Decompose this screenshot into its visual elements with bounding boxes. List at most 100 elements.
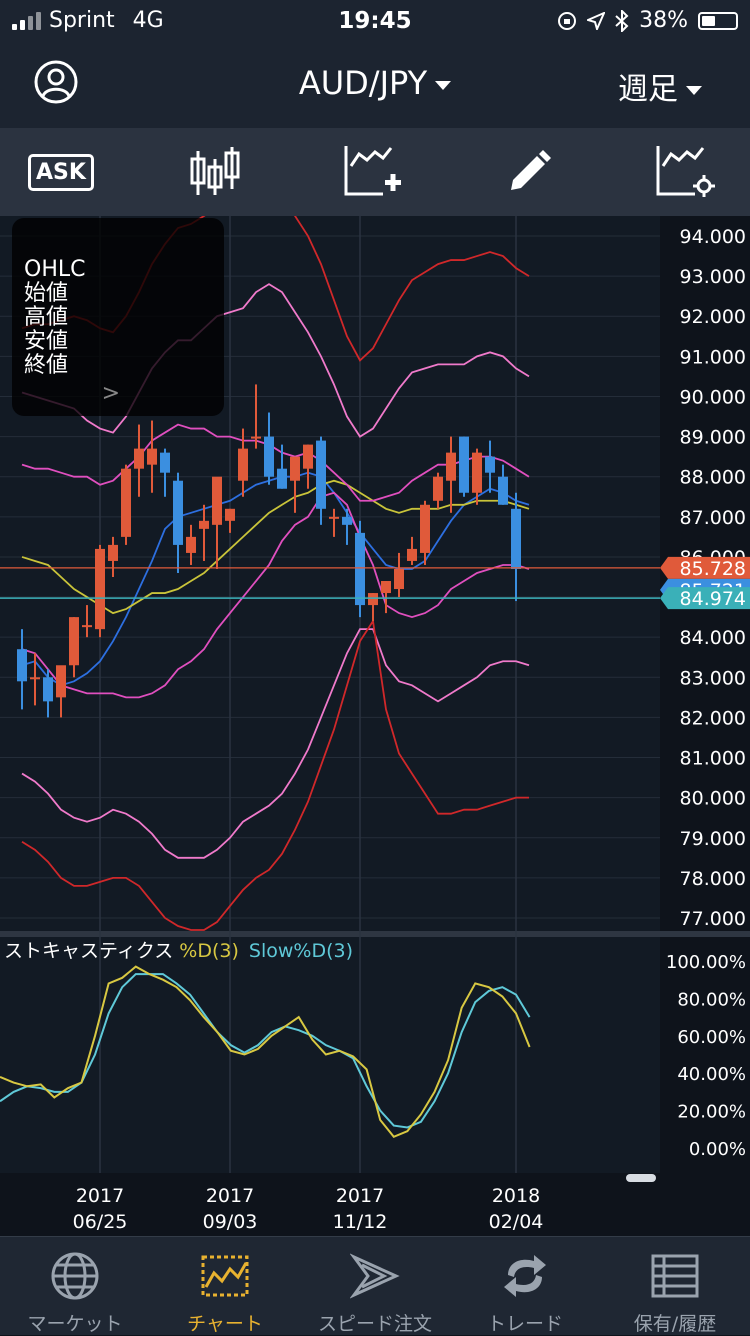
chart-toolbar: ASK [0, 128, 750, 216]
price-tick-label: 87.000 [680, 507, 746, 529]
price-tick-label: 77.000 [680, 908, 746, 930]
chart-settings-icon [656, 146, 715, 197]
candle-body [498, 476, 508, 505]
bluetooth-icon [615, 9, 629, 32]
tab-positions-history[interactable]: 保有/履歴 [600, 1237, 750, 1335]
candle-body [147, 448, 157, 465]
status-bar: Sprint 4G 19:45 38% [0, 0, 750, 40]
location-icon [587, 11, 606, 30]
time-tick-date: 06/25 [73, 1211, 128, 1233]
candle-body [160, 452, 170, 473]
scroll-handle[interactable] [626, 1174, 656, 1182]
candle-body [355, 532, 365, 606]
candle-body [56, 665, 66, 698]
globe-icon [51, 1252, 99, 1300]
price-tick-label: 92.000 [680, 306, 746, 328]
candle-body [173, 480, 183, 545]
indicator-settings-button[interactable] [650, 138, 720, 206]
tab-market[interactable]: マーケット [0, 1237, 150, 1335]
candle-body [199, 520, 209, 529]
stoch-tick-label: 0.00% [689, 1139, 746, 1160]
stoch-tick-label: 20.00% [677, 1102, 746, 1123]
price-tick-label: 79.000 [680, 828, 746, 850]
period-label: 週足 [618, 72, 678, 107]
price-tick-label: 82.000 [680, 707, 746, 729]
chevron-right-icon[interactable]: > [102, 382, 120, 406]
tab-market-label: マーケット [27, 1313, 123, 1335]
price-tick-label: 83.000 [680, 667, 746, 689]
candle-body [186, 536, 196, 553]
tab-trade[interactable]: トレード [450, 1237, 600, 1335]
candle-body [407, 548, 417, 561]
time-tick-year: 2017 [206, 1185, 254, 1207]
price-tick-label: 84.000 [680, 627, 746, 649]
candle-body [121, 468, 131, 537]
candle-body [368, 593, 378, 606]
tab-chart[interactable]: チャート [150, 1237, 300, 1335]
price-tick-label: 93.000 [680, 266, 746, 288]
ohlc-low-label: 安値 [24, 329, 69, 354]
add-indicator-button[interactable] [338, 138, 408, 206]
candle-body [459, 436, 469, 493]
indicator-name: ストキャスティクス [4, 940, 173, 962]
candle-body [95, 548, 105, 630]
chart-area[interactable]: 94.000 93.000 92.000 91.000 90.000 89.000 88.0… [0, 186, 750, 1236]
draw-button[interactable] [494, 138, 564, 206]
price-tick-label: 80.000 [680, 788, 746, 810]
candle-body [290, 456, 300, 481]
chevron-down-icon [686, 86, 702, 95]
candle-body [485, 456, 495, 473]
speed-order-icon [350, 1253, 400, 1299]
price-tick-label: 94.000 [680, 226, 746, 248]
price-tick-label: 78.000 [680, 868, 746, 890]
candle-body [446, 452, 456, 481]
stoch-tick-label: 100.00% [666, 952, 746, 973]
header: AUD/JPY 週足 [0, 40, 750, 128]
tab-speed-order[interactable]: スピード注文 [300, 1237, 450, 1335]
candle-body [329, 516, 339, 519]
candle-body [394, 568, 404, 590]
candle-body [342, 516, 352, 525]
candle-body [134, 448, 144, 469]
period-selector[interactable]: 週足 [618, 64, 702, 108]
candle-body [43, 677, 53, 702]
stoch-tick-label: 40.00% [677, 1064, 746, 1085]
candle-body [420, 504, 430, 553]
candle-body [316, 440, 326, 509]
ohlc-title: OHLC [24, 257, 86, 282]
stoch-tick-label: 80.00% [677, 989, 746, 1010]
candle-body [69, 617, 79, 666]
candle-body [381, 581, 391, 594]
tab-positions-history-label: 保有/履歴 [633, 1313, 717, 1335]
ohlc-panel[interactable]: OHLC 始値 高値 安値 終値 > [12, 218, 224, 416]
candle-body [238, 448, 248, 481]
time-tick-date: 11/12 [333, 1211, 388, 1233]
ohlc-close-label: 終値 [24, 353, 69, 378]
time-tick-date: 09/03 [203, 1211, 258, 1233]
battery-percent: 38% [639, 8, 688, 33]
price-tick-label: 89.000 [680, 427, 746, 449]
tab-trade-label: トレード [486, 1313, 563, 1335]
ask-label: ASK [28, 153, 94, 191]
candle-body [251, 436, 261, 439]
stoch-tick-label: 60.00% [677, 1027, 746, 1048]
list-icon [651, 1254, 699, 1298]
indicator-d-label: %D(3) [179, 940, 239, 962]
tab-chart-label: チャート [187, 1313, 263, 1335]
candle-body [108, 544, 118, 561]
candle-body [225, 508, 235, 521]
candle-body [303, 444, 313, 469]
pane-divider[interactable] [0, 931, 750, 937]
time-tick-year: 2017 [76, 1185, 124, 1207]
candle-body [17, 649, 27, 682]
symbol-label: AUD/JPY [298, 64, 428, 102]
candle-body [433, 476, 443, 501]
ask-button[interactable]: ASK [26, 138, 96, 206]
ask-price-label: 85.728 [680, 558, 746, 580]
indicator-slowd-label: Slow%D(3) [249, 940, 353, 962]
candle-body [511, 508, 521, 569]
price-tick-label: 90.000 [680, 386, 746, 408]
candlestick-type-button[interactable] [180, 138, 250, 206]
time-tick-date: 02/04 [489, 1211, 544, 1233]
candle-body [277, 468, 287, 489]
